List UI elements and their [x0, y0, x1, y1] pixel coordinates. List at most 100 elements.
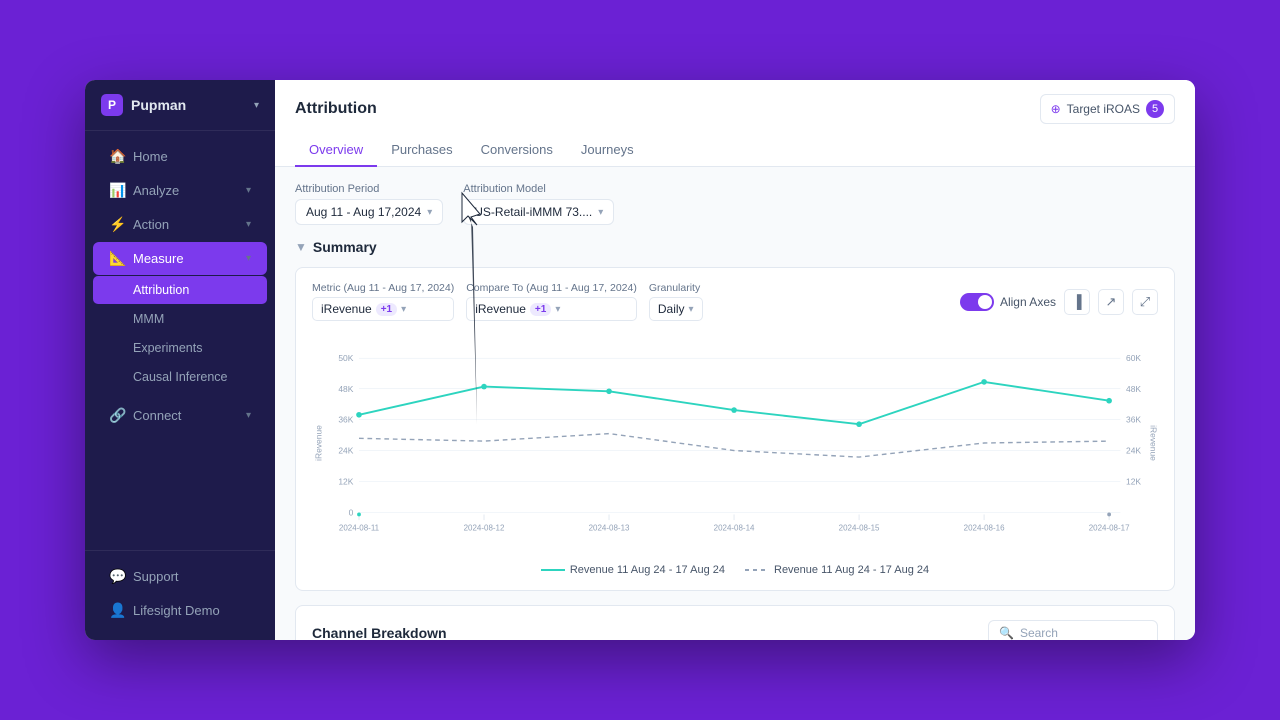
- svg-text:2024-08-11: 2024-08-11: [339, 523, 380, 532]
- sidebar-item-label: Analyze: [133, 183, 238, 198]
- svg-text:12K: 12K: [338, 476, 353, 486]
- sidebar-item-user[interactable]: 👤 Lifesight Demo: [93, 594, 267, 627]
- main-header: Attribution ⊕ Target iROAS 5 Overview Pu…: [275, 80, 1195, 167]
- svg-text:2024-08-14: 2024-08-14: [714, 523, 755, 532]
- tab-journeys[interactable]: Journeys: [567, 134, 648, 167]
- sidebar-item-connect[interactable]: 🔗 Connect ▾: [93, 399, 267, 432]
- channel-breakdown: Channel Breakdown 🔍 Search: [295, 605, 1175, 640]
- chart-legend: Revenue 11 Aug 24 - 17 Aug 24 Revenue 11…: [312, 564, 1158, 576]
- attribution-model-group: Attribution Model US-Retail-iMMM 73.... …: [463, 183, 614, 225]
- channel-breakdown-title: Channel Breakdown: [312, 625, 447, 640]
- filters-row: Attribution Period Aug 11 - Aug 17,2024 …: [295, 183, 1175, 225]
- svg-text:24K: 24K: [338, 445, 353, 455]
- app-name: Pupman: [131, 97, 246, 113]
- svg-text:2024-08-12: 2024-08-12: [464, 523, 505, 532]
- logo-chevron-icon: ▾: [254, 100, 259, 111]
- svg-text:2024-08-15: 2024-08-15: [839, 523, 880, 532]
- legend-solid-label: Revenue 11 Aug 24 - 17 Aug 24: [570, 564, 725, 576]
- svg-text:2024-08-16: 2024-08-16: [964, 523, 1005, 532]
- logo-icon: P: [101, 94, 123, 116]
- page-title: Attribution: [295, 100, 377, 118]
- compare-value: iRevenue: [475, 302, 526, 316]
- granularity-dropdown[interactable]: Daily ▾: [649, 297, 703, 321]
- sidebar-item-experiments[interactable]: Experiments: [93, 334, 267, 362]
- compare-dropdown[interactable]: iRevenue +1 ▾: [466, 297, 637, 321]
- chart-actions: Align Axes ▐ ↗ ⤢: [960, 289, 1158, 315]
- sidebar-item-mmm[interactable]: MMM: [93, 305, 267, 333]
- search-box[interactable]: 🔍 Search: [988, 620, 1158, 640]
- chevron-down-icon: ▾: [246, 410, 251, 421]
- sidebar-item-home[interactable]: 🏠 Home: [93, 140, 267, 173]
- svg-text:2024-08-13: 2024-08-13: [589, 523, 630, 532]
- align-axes-toggle[interactable]: Align Axes: [960, 293, 1056, 311]
- compare-control: Compare To (Aug 11 - Aug 17, 2024) iReve…: [466, 282, 637, 321]
- svg-text:2024-08-17: 2024-08-17: [1089, 523, 1130, 532]
- target-roas-label: Target iROAS: [1067, 102, 1140, 116]
- toggle-switch[interactable]: [960, 293, 994, 311]
- chevron-down-icon: ▾: [246, 185, 251, 196]
- attribution-label: Attribution: [133, 283, 189, 297]
- svg-text:36K: 36K: [1126, 414, 1141, 424]
- metric-control: Metric (Aug 11 - Aug 17, 2024) iRevenue …: [312, 282, 454, 321]
- tab-purchases[interactable]: Purchases: [377, 134, 466, 167]
- support-icon: 💬: [109, 568, 125, 585]
- tab-overview[interactable]: Overview: [295, 134, 377, 167]
- bar-chart-icon-btn[interactable]: ▐: [1064, 289, 1090, 315]
- page-body: Attribution Period Aug 11 - Aug 17,2024 …: [275, 167, 1195, 640]
- svg-text:50K: 50K: [338, 353, 353, 363]
- sidebar-item-action[interactable]: ⚡ Action ▾: [93, 208, 267, 241]
- user-icon: 👤: [109, 602, 125, 619]
- sidebar-item-causal-inference[interactable]: Causal Inference: [93, 363, 267, 391]
- tabs-nav: Overview Purchases Conversions Journeys: [295, 134, 1175, 166]
- svg-text:48K: 48K: [1126, 384, 1141, 394]
- measure-icon: 📐: [109, 250, 125, 267]
- chevron-down-icon: ▾: [427, 207, 432, 218]
- attribution-period-label: Attribution Period: [295, 183, 443, 195]
- chevron-down-icon: ▾: [689, 304, 694, 315]
- sidebar-item-support[interactable]: 💬 Support: [93, 560, 267, 593]
- metric-label: Metric (Aug 11 - Aug 17, 2024): [312, 282, 454, 294]
- metric-dropdown[interactable]: iRevenue +1 ▾: [312, 297, 454, 321]
- sidebar-item-measure[interactable]: 📐 Measure ▾: [93, 242, 267, 275]
- chevron-down-icon: ▾: [598, 207, 603, 218]
- granularity-label: Granularity: [649, 282, 703, 294]
- attribution-model-label: Attribution Model: [463, 183, 614, 195]
- line-chart-icon-btn[interactable]: ↗: [1098, 289, 1124, 315]
- legend-line-solid: [541, 569, 565, 571]
- summary-title: Summary: [313, 239, 377, 255]
- main-content: Attribution ⊕ Target iROAS 5 Overview Pu…: [275, 80, 1195, 640]
- chevron-down-icon: ▾: [246, 253, 251, 264]
- sidebar-user-label: Lifesight Demo: [133, 603, 251, 618]
- analyze-icon: 📊: [109, 182, 125, 199]
- sidebar-support-label: Support: [133, 569, 251, 584]
- target-roas-button[interactable]: ⊕ Target iROAS 5: [1040, 94, 1175, 124]
- granularity-control: Granularity Daily ▾: [649, 282, 703, 321]
- target-roas-badge: 5: [1146, 100, 1164, 118]
- svg-text:48K: 48K: [338, 384, 353, 394]
- chart-controls: Metric (Aug 11 - Aug 17, 2024) iRevenue …: [312, 282, 1158, 321]
- chart-container: Metric (Aug 11 - Aug 17, 2024) iRevenue …: [295, 267, 1175, 591]
- collapse-icon[interactable]: ▼: [295, 240, 307, 254]
- sidebar-nav: 🏠 Home 📊 Analyze ▾ ⚡ Action ▾ 📐 Measure …: [85, 131, 275, 550]
- search-placeholder: Search: [1020, 626, 1058, 640]
- line-chart-icon: ↗: [1106, 294, 1117, 310]
- tab-conversions[interactable]: Conversions: [467, 134, 567, 167]
- attribution-model-select[interactable]: US-Retail-iMMM 73.... ▾: [463, 199, 614, 225]
- attribution-period-select[interactable]: Aug 11 - Aug 17,2024 ▾: [295, 199, 443, 225]
- search-icon: 🔍: [999, 626, 1014, 640]
- home-icon: 🏠: [109, 148, 125, 165]
- legend-dashed-label: Revenue 11 Aug 24 - 17 Aug 24: [774, 564, 929, 576]
- sidebar-logo[interactable]: P Pupman ▾: [85, 80, 275, 131]
- legend-solid: Revenue 11 Aug 24 - 17 Aug 24: [541, 564, 725, 576]
- svg-text:iRevenue: iRevenue: [1148, 425, 1158, 461]
- sidebar-item-analyze[interactable]: 📊 Analyze ▾: [93, 174, 267, 207]
- causal-inference-label: Causal Inference: [133, 370, 228, 384]
- sidebar-item-attribution[interactable]: Attribution: [93, 276, 267, 304]
- sidebar-item-label: Connect: [133, 408, 238, 423]
- target-roas-icon: ⊕: [1051, 102, 1061, 116]
- sidebar-item-label: Home: [133, 149, 251, 164]
- metric-value: iRevenue: [321, 302, 372, 316]
- bar-chart-icon: ▐: [1072, 294, 1081, 309]
- mmm-label: MMM: [133, 312, 164, 326]
- expand-icon-btn[interactable]: ⤢: [1132, 289, 1158, 315]
